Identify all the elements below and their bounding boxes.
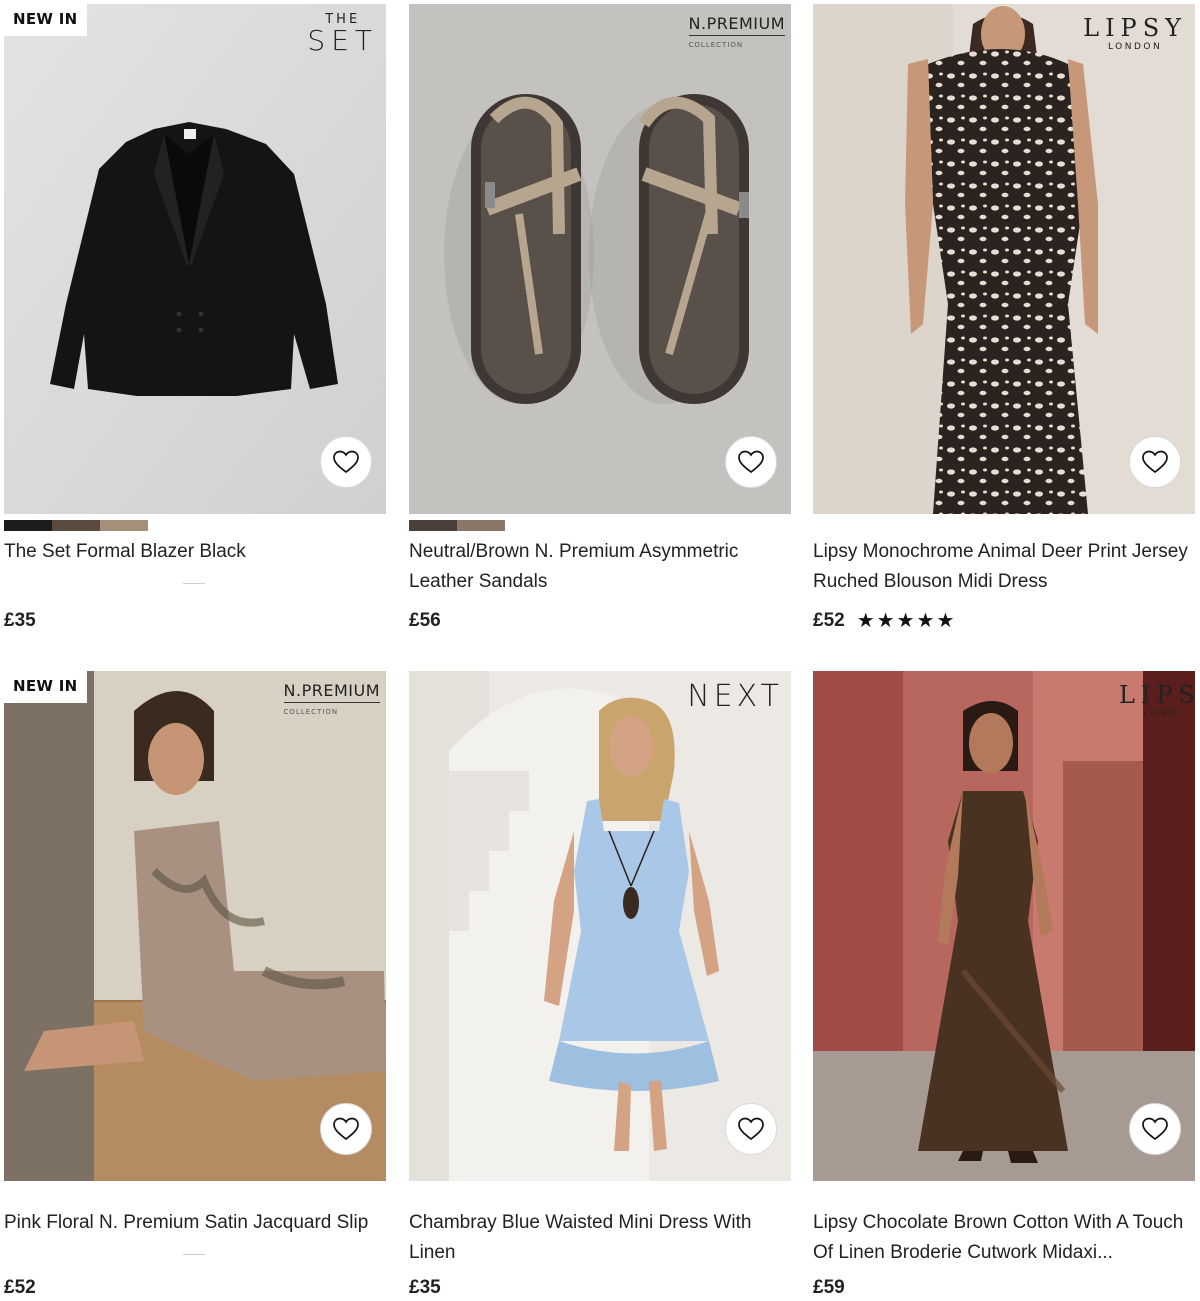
star-filled-icon: ★ xyxy=(896,610,915,632)
product-image[interactable]: N.PREMIUM COLLECTION xyxy=(409,4,791,514)
favourite-button[interactable] xyxy=(1129,436,1181,488)
favourite-button[interactable] xyxy=(1129,1103,1181,1155)
product-price: £35 xyxy=(4,610,36,631)
product-card[interactable]: LIPSY LONDON Lipsy Monochrome Animal Dee… xyxy=(813,4,1195,654)
product-card[interactable]: NEW IN N.PREMIUM COLLECTION Pink Floral … xyxy=(4,671,386,1301)
product-title[interactable]: Pink Floral N. Premium Satin Jacquard Sl… xyxy=(4,1208,382,1238)
price-row: £59 xyxy=(813,1277,845,1299)
product-image[interactable]: NEW IN THE SET xyxy=(4,4,386,514)
brown-maxi-dress-image xyxy=(813,671,1195,1181)
product-image[interactable]: LIPS LOND xyxy=(813,671,1195,1181)
heart-outline-icon xyxy=(738,1117,764,1141)
new-in-badge: NEW IN xyxy=(4,4,87,36)
colour-swatch[interactable] xyxy=(52,520,100,531)
brand-logo: NEXT xyxy=(687,679,783,714)
price-row: £56 xyxy=(409,610,441,632)
product-card[interactable]: NEXT Chambray Blue Waisted Mini Dress Wi… xyxy=(409,671,791,1301)
star-filled-icon: ★ xyxy=(936,610,955,632)
rating-stars: ★ ★ ★ ★ ★ xyxy=(857,611,955,631)
brand-logo: N.PREMIUM COLLECTION xyxy=(283,681,380,716)
price-row: £35 xyxy=(409,1277,441,1299)
product-card[interactable]: N.PREMIUM COLLECTION Neutral/Brown N. Pr… xyxy=(409,4,791,654)
product-grid: NEW IN THE SET The Set Formal Blazer Bla… xyxy=(0,0,1200,1301)
colour-swatches xyxy=(409,520,791,531)
favourite-button[interactable] xyxy=(725,436,777,488)
product-title[interactable]: Lipsy Monochrome Animal Deer Print Jerse… xyxy=(813,537,1191,597)
product-image[interactable]: NEW IN N.PREMIUM COLLECTION xyxy=(4,671,386,1181)
divider xyxy=(183,583,205,584)
brand-logo: THE SET xyxy=(307,12,378,57)
product-price: £56 xyxy=(409,610,441,631)
divider xyxy=(183,1254,205,1255)
favourite-button[interactable] xyxy=(320,1103,372,1155)
product-price: £59 xyxy=(813,1277,845,1298)
product-card[interactable]: LIPS LOND Lipsy Chocolate Brown Cotton W… xyxy=(813,671,1195,1301)
colour-swatch[interactable] xyxy=(100,520,148,531)
heart-outline-icon xyxy=(738,450,764,474)
product-price: £35 xyxy=(409,1277,441,1298)
price-row: £52 xyxy=(4,1277,36,1299)
brand-logo: N.PREMIUM COLLECTION xyxy=(688,14,785,49)
heart-outline-icon xyxy=(1142,450,1168,474)
product-image[interactable]: LIPSY LONDON xyxy=(813,4,1195,514)
blue-mini-dress-image xyxy=(409,671,791,1181)
colour-swatch[interactable] xyxy=(4,520,52,531)
heart-outline-icon xyxy=(333,1117,359,1141)
sandals-image xyxy=(409,4,791,514)
brand-logo: LIPS LOND xyxy=(1118,681,1195,719)
colour-swatches xyxy=(4,520,386,531)
product-title[interactable]: Chambray Blue Waisted Mini Dress With Li… xyxy=(409,1208,787,1268)
product-price: £52 xyxy=(813,610,845,631)
product-title[interactable]: Lipsy Chocolate Brown Cotton With A Touc… xyxy=(813,1208,1191,1268)
blazer-image xyxy=(4,4,386,514)
animal-print-dress-image xyxy=(813,4,1195,514)
satin-slip-image xyxy=(4,671,386,1181)
price-row: £52 ★ ★ ★ ★ ★ xyxy=(813,610,954,632)
favourite-button[interactable] xyxy=(725,1103,777,1155)
colour-swatch[interactable] xyxy=(409,520,457,531)
price-row: £35 xyxy=(4,610,36,632)
product-price: £52 xyxy=(4,1277,36,1298)
brand-logo: LIPSY LONDON xyxy=(1083,14,1187,52)
product-title[interactable]: The Set Formal Blazer Black xyxy=(4,537,382,567)
product-title[interactable]: Neutral/Brown N. Premium Asymmetric Leat… xyxy=(409,537,787,597)
heart-outline-icon xyxy=(1142,1117,1168,1141)
product-image[interactable]: NEXT xyxy=(409,671,791,1181)
favourite-button[interactable] xyxy=(320,436,372,488)
star-filled-icon: ★ xyxy=(916,610,935,632)
colour-swatch[interactable] xyxy=(457,520,505,531)
star-filled-icon: ★ xyxy=(856,610,875,632)
star-filled-icon: ★ xyxy=(876,610,895,632)
heart-outline-icon xyxy=(333,450,359,474)
product-card[interactable]: NEW IN THE SET The Set Formal Blazer Bla… xyxy=(4,4,386,654)
new-in-badge: NEW IN xyxy=(4,671,87,703)
